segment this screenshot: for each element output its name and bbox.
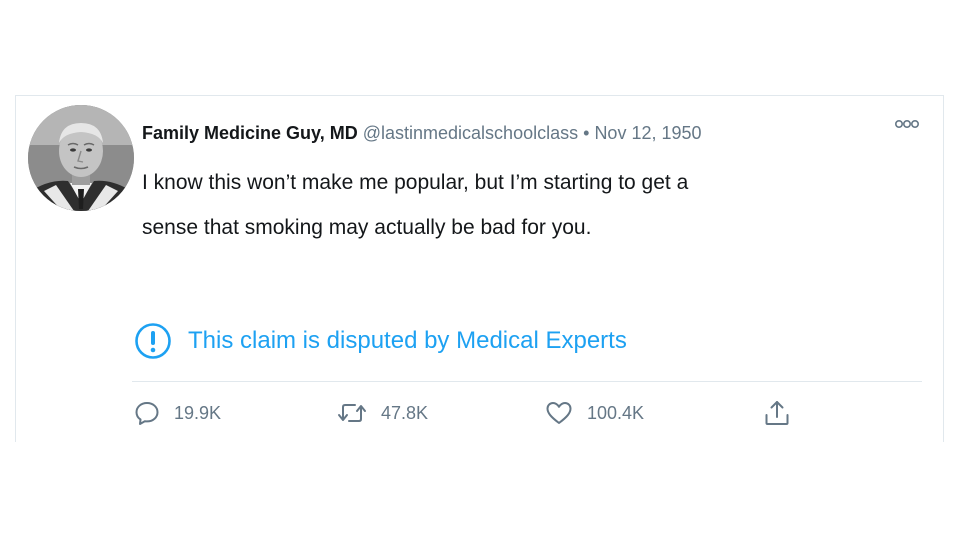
tweet-text-line-1: I know this won’t make me popular, but I…	[142, 171, 689, 194]
tweet-date[interactable]: Nov 12, 1950	[594, 123, 701, 143]
dispute-notice-text[interactable]: This claim is disputed by Medical Expert…	[188, 327, 627, 355]
exclamation-circle-icon	[135, 323, 171, 359]
author-handle[interactable]: @lastinmedicalschoolclass	[363, 123, 578, 143]
action-divider	[132, 381, 922, 382]
tweet-text: I know this won’t make me popular, but I…	[142, 160, 802, 250]
share-button[interactable]	[763, 398, 791, 428]
tweet-text-line-2: sense that smoking may actually be bad f…	[142, 216, 592, 239]
reply-count: 19.9K	[174, 402, 222, 423]
retweet-count: 47.8K	[381, 402, 429, 423]
dispute-notice[interactable]: This claim is disputed by Medical Expert…	[134, 323, 627, 359]
avatar-portrait	[28, 105, 134, 211]
share-icon	[765, 401, 789, 425]
retweet-icon	[338, 404, 366, 422]
reply-icon	[135, 402, 159, 425]
like-count: 100.4K	[587, 402, 645, 423]
author-display-name[interactable]: Family Medicine Guy, MD	[142, 123, 358, 143]
header-separator: •	[583, 123, 590, 143]
retweet-button[interactable]: 47.8K	[337, 398, 428, 428]
heart-icon	[546, 402, 572, 424]
reply-button[interactable]: 19.9K	[134, 398, 221, 428]
tweet-header: Family Medicine Guy, MD @lastinmedicalsc…	[142, 121, 702, 145]
more-options-icon[interactable]	[893, 116, 921, 132]
avatar[interactable]	[28, 105, 134, 211]
tweet-card[interactable]: Family Medicine Guy, MD @lastinmedicalsc…	[15, 95, 944, 442]
like-button[interactable]: 100.4K	[545, 398, 644, 428]
